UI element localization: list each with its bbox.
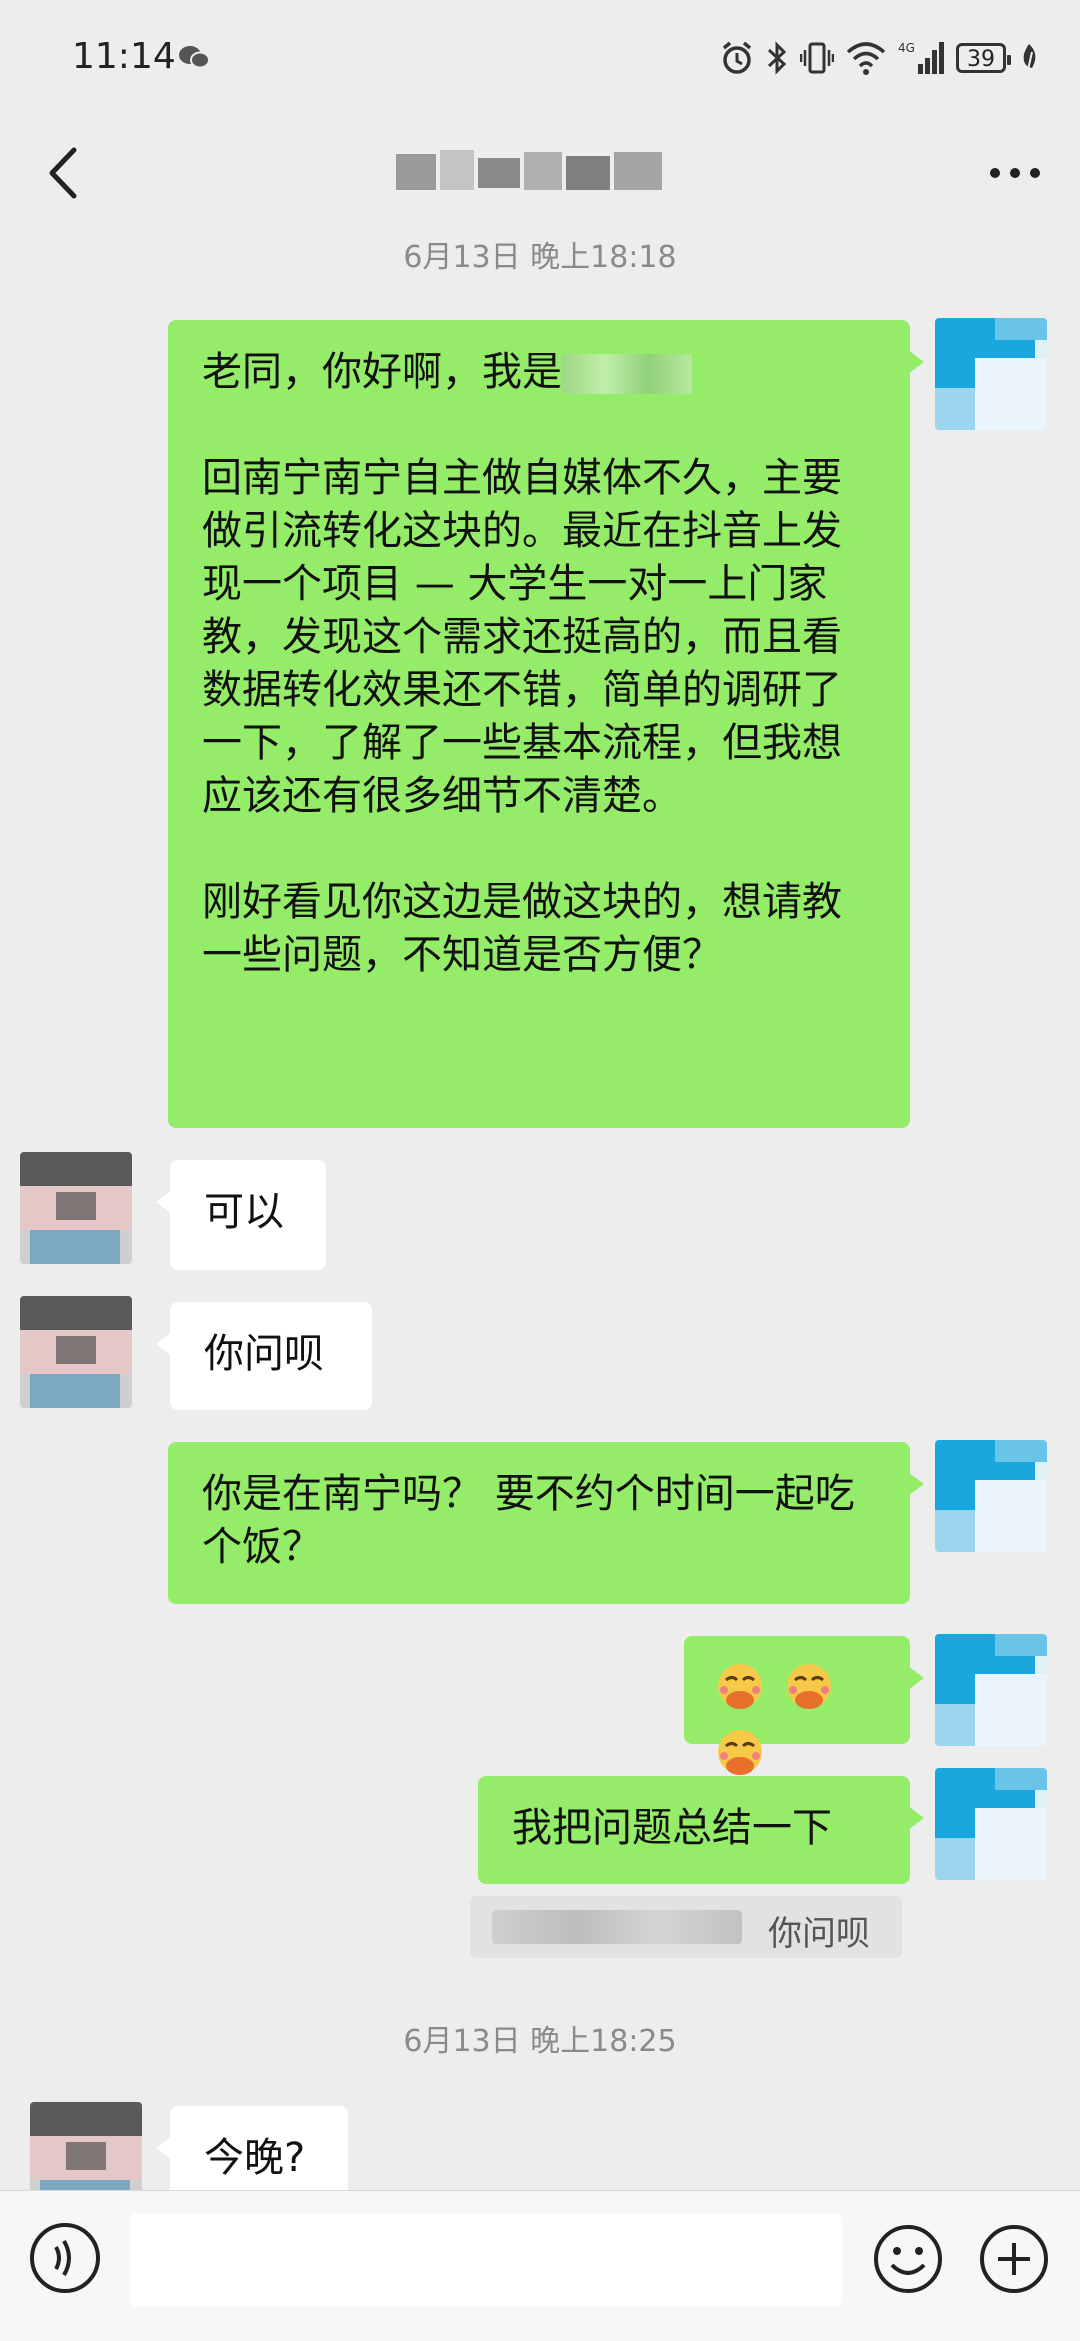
vibrate-icon — [800, 42, 834, 74]
contact-avatar[interactable] — [20, 1152, 132, 1264]
message-text: 我把问题总结一下 — [512, 1805, 832, 1851]
face-with-hand-over-mouth-icon — [786, 1664, 831, 1709]
message-bubble-sent[interactable] — [684, 1636, 924, 1775]
wifi-icon — [846, 42, 886, 75]
message-text: 今晚? — [204, 2135, 306, 2181]
status-time: 11:14 — [72, 36, 176, 77]
my-avatar[interactable] — [935, 1768, 1047, 1880]
message-input[interactable] — [130, 2213, 842, 2307]
bluetooth-icon — [767, 41, 787, 75]
quoted-message[interactable]: 你问呗 — [470, 1896, 902, 1958]
message-bubble-received[interactable]: 今晚? — [156, 2106, 348, 2190]
message-bubble-received[interactable]: 可以 — [156, 1160, 326, 1270]
timestamp: 6月13日 晚上18:18 — [403, 240, 677, 275]
message-bubble-sent[interactable]: 你是在南宁吗？ 要不约个时间一起吃个饭？ — [168, 1442, 924, 1604]
svg-text:4G: 4G — [898, 41, 915, 55]
message-text: 回南宁南宁自主做自媒体不久，主要做引流转化这块的。最近在抖音上发现一个项目 — … — [202, 455, 842, 819]
message-bubble-received[interactable]: 你问呗 — [156, 1302, 372, 1410]
signal-icon: 4G — [898, 41, 944, 74]
redacted-name — [562, 354, 692, 394]
voice-icon — [54, 2239, 71, 2277]
message-text: 老同，你好啊，我是 — [202, 349, 562, 395]
more-functions-button[interactable] — [978, 2223, 1050, 2295]
face-with-hand-over-mouth-icon — [718, 1664, 762, 1709]
chat-header — [0, 120, 1080, 230]
emoji-button[interactable] — [872, 2223, 944, 2295]
message-bubble-sent[interactable]: 老同，你好啊，我是 回南宁南宁自主做自媒体不久，主要做引流转化这块的。最近在抖音… — [168, 320, 924, 1128]
voice-input-button[interactable] — [30, 2223, 100, 2293]
contact-name-blurred — [396, 150, 662, 190]
my-avatar[interactable] — [935, 1440, 1047, 1552]
message-text: 你问呗 — [204, 1331, 324, 1377]
message-bubble-sent[interactable]: 我把问题总结一下 — [478, 1776, 924, 1884]
wechat-icon — [179, 46, 210, 69]
leaf-icon — [1023, 44, 1036, 71]
my-avatar[interactable] — [935, 318, 1047, 430]
back-button[interactable] — [30, 138, 100, 208]
alarm-icon — [722, 41, 752, 74]
contact-avatar[interactable] — [20, 1296, 132, 1408]
redacted-quote-sender — [492, 1910, 742, 1944]
face-with-hand-over-mouth-icon — [718, 1730, 762, 1775]
quoted-text: 你问呗 — [768, 1914, 870, 1954]
message-text: 刚好看见你这边是做这块的，想请教一些问题，不知道是否方便？ — [202, 879, 842, 978]
timestamp: 6月13日 晚上18:25 — [403, 2024, 677, 2059]
more-options-button[interactable] — [980, 138, 1050, 208]
my-avatar[interactable] — [935, 1634, 1047, 1746]
battery-indicator: 39 — [956, 43, 1011, 73]
status-bar: 11:14 4G 39 — [0, 0, 1080, 120]
message-text: 你是在南宁吗？ 要不约个时间一起吃个饭？ — [202, 1471, 855, 1570]
message-text: 可以 — [204, 1189, 284, 1235]
status-icons: 4G 39 — [720, 36, 1040, 80]
input-bar — [0, 2190, 1080, 2341]
